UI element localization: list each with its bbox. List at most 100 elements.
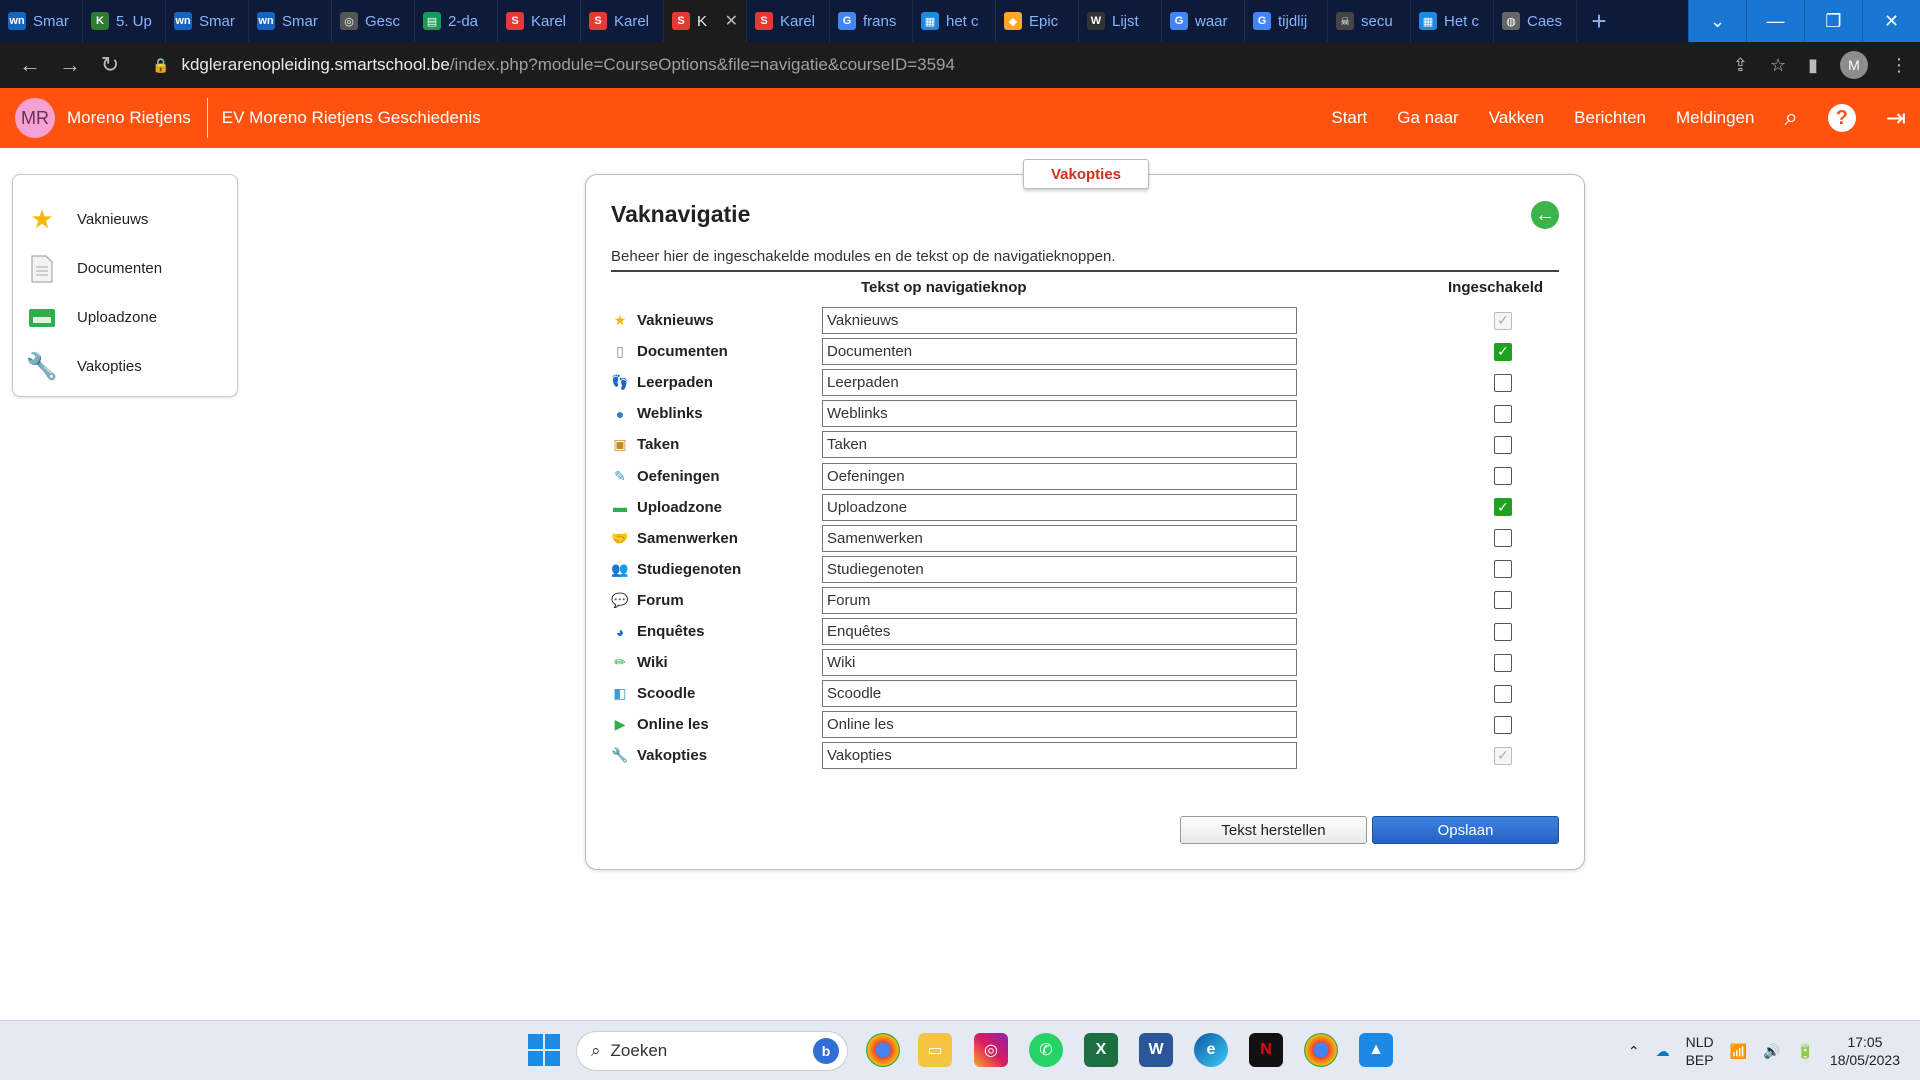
netflix-icon[interactable]: N [1249, 1033, 1283, 1067]
nav-text-input[interactable] [822, 493, 1297, 521]
reload-icon[interactable]: ↻ [92, 47, 128, 83]
browser-tab[interactable]: S Karel [747, 0, 830, 42]
nav-text-input[interactable] [822, 586, 1297, 614]
bookmark-star-icon[interactable]: ☆ [1770, 55, 1786, 76]
share-icon[interactable]: ⇪ [1733, 55, 1748, 76]
nav-ga-naar[interactable]: Ga naar [1397, 108, 1458, 128]
windows-start-icon[interactable] [528, 1034, 560, 1066]
nav-text-input[interactable] [822, 462, 1297, 490]
browser-tab[interactable]: wn Smar [166, 0, 249, 42]
help-icon[interactable]: ? [1827, 104, 1856, 132]
nav-text-input[interactable] [822, 618, 1297, 645]
sidebar-item-vakopties[interactable]: 🔧 Vakopties [13, 342, 237, 391]
chrome-profile-icon[interactable] [1304, 1033, 1338, 1067]
nav-text-input[interactable] [822, 649, 1297, 677]
reset-text-button[interactable]: Tekst herstellen [1180, 816, 1367, 844]
browser-tab[interactable]: S K ✕ [664, 0, 747, 42]
close-window-button[interactable]: ✕ [1862, 0, 1920, 42]
edge-icon[interactable]: e [1194, 1033, 1228, 1067]
enabled-checkbox[interactable] [1494, 404, 1512, 423]
enabled-checkbox[interactable] [1494, 373, 1512, 392]
menu-dots-icon[interactable]: ⋮ [1890, 55, 1908, 76]
logout-icon[interactable]: ⇥ [1886, 104, 1906, 133]
sidebar-item-vaknieuws[interactable]: ★ Vaknieuws [13, 195, 237, 244]
nav-text-input[interactable] [822, 524, 1297, 552]
excel-icon[interactable]: X [1084, 1033, 1118, 1067]
course-name[interactable]: EV Moreno Rietjens Geschiedenis [222, 108, 481, 128]
enabled-checkbox[interactable] [1494, 560, 1512, 579]
browser-tab[interactable]: wn Smar [249, 0, 332, 42]
language-indicator[interactable]: NLD BEP [1686, 1033, 1714, 1069]
enabled-checkbox[interactable] [1494, 467, 1512, 485]
enabled-checkbox[interactable] [1494, 529, 1512, 548]
profile-avatar[interactable]: M [1840, 51, 1868, 79]
chevron-up-icon[interactable]: ⌃ [1628, 1043, 1640, 1060]
word-icon[interactable]: W [1139, 1033, 1173, 1067]
browser-tab[interactable]: W Lijst [1079, 0, 1162, 42]
enabled-checkbox[interactable] [1494, 715, 1512, 734]
photos-icon[interactable]: ▲ [1359, 1033, 1393, 1067]
onedrive-icon[interactable]: ☁ [1656, 1043, 1670, 1060]
browser-tab[interactable]: ◆ Epic [996, 0, 1079, 42]
back-icon[interactable]: ← [12, 47, 48, 83]
nav-text-input[interactable] [822, 431, 1297, 459]
back-arrow-icon[interactable]: ← [1531, 201, 1559, 229]
tab-close-icon[interactable]: ✕ [725, 11, 738, 31]
nav-meldingen[interactable]: Meldingen [1676, 108, 1754, 128]
volume-icon[interactable]: 🔊 [1763, 1043, 1780, 1060]
wifi-icon[interactable]: 📶 [1730, 1043, 1747, 1060]
browser-tab[interactable]: S Karel [581, 0, 664, 42]
instagram-icon[interactable]: ◎ [974, 1033, 1008, 1067]
bing-icon[interactable]: b [813, 1038, 839, 1064]
user-avatar[interactable]: MR [15, 98, 55, 138]
user-name[interactable]: Moreno Rietjens [67, 98, 208, 138]
nav-text-input[interactable] [822, 400, 1297, 428]
browser-tab[interactable]: K 5. Up [83, 0, 166, 42]
nav-berichten[interactable]: Berichten [1574, 108, 1646, 128]
browser-tab[interactable]: ☠ secu [1328, 0, 1411, 42]
forward-icon[interactable]: → [52, 47, 88, 83]
browser-tab[interactable]: Gwaar [1162, 0, 1245, 42]
nav-text-input[interactable] [822, 307, 1297, 334]
browser-tab[interactable]: ▦ het c [913, 0, 996, 42]
enabled-checkbox[interactable]: ✓ [1494, 498, 1512, 517]
tab-search-icon[interactable]: ⌄ [1688, 0, 1746, 42]
enabled-checkbox[interactable] [1494, 653, 1512, 672]
browser-tab[interactable]: Gfrans [830, 0, 913, 42]
restore-button[interactable]: ❐ [1804, 0, 1862, 42]
browser-tab[interactable]: ◍ Caes [1494, 0, 1577, 42]
taskbar-search[interactable]: ⌕ Zoeken b [576, 1031, 848, 1071]
enabled-checkbox[interactable]: ✓ [1494, 342, 1512, 361]
browser-tab[interactable]: S Karel [498, 0, 581, 42]
clock[interactable]: 17:05 18/05/2023 [1830, 1033, 1900, 1069]
enabled-checkbox[interactable] [1494, 435, 1512, 454]
new-tab-button[interactable]: + [1577, 0, 1621, 42]
sidebar-item-uploadzone[interactable]: Uploadzone [13, 293, 237, 342]
nav-vakken[interactable]: Vakken [1489, 108, 1544, 128]
nav-text-input[interactable] [822, 711, 1297, 739]
nav-text-input[interactable] [822, 338, 1297, 366]
enabled-checkbox[interactable] [1494, 684, 1512, 703]
search-icon[interactable]: ⌕ [1784, 104, 1797, 132]
file-explorer-icon[interactable]: ▭ [918, 1033, 952, 1067]
whatsapp-icon[interactable]: ✆ [1029, 1033, 1063, 1067]
minimize-button[interactable]: — [1746, 0, 1804, 42]
browser-tab[interactable]: Gtijdlij [1245, 0, 1328, 42]
nav-start[interactable]: Start [1331, 108, 1367, 128]
side-panel-icon[interactable]: ▮ [1808, 55, 1818, 76]
sidebar-item-documenten[interactable]: Documenten [13, 244, 237, 293]
browser-tab[interactable]: ▦ Het c [1411, 0, 1494, 42]
chrome-icon[interactable] [866, 1033, 900, 1067]
nav-text-input[interactable] [822, 369, 1297, 397]
save-button[interactable]: Opslaan [1372, 816, 1559, 844]
url-field[interactable]: 🔒 kdglerarenopleiding.smartschool.be /in… [144, 49, 1704, 81]
browser-tab[interactable]: ▤ 2-da [415, 0, 498, 42]
enabled-checkbox[interactable] [1494, 622, 1512, 641]
browser-tab[interactable]: wn Smar [0, 0, 83, 42]
panel-tab-vakopties[interactable]: Vakopties [1023, 159, 1149, 189]
nav-text-input[interactable] [822, 680, 1297, 708]
battery-icon[interactable]: 🔋 [1796, 1043, 1813, 1060]
nav-text-input[interactable] [822, 742, 1297, 770]
nav-text-input[interactable] [822, 555, 1297, 583]
browser-tab[interactable]: ◎ Gesc [332, 0, 415, 42]
